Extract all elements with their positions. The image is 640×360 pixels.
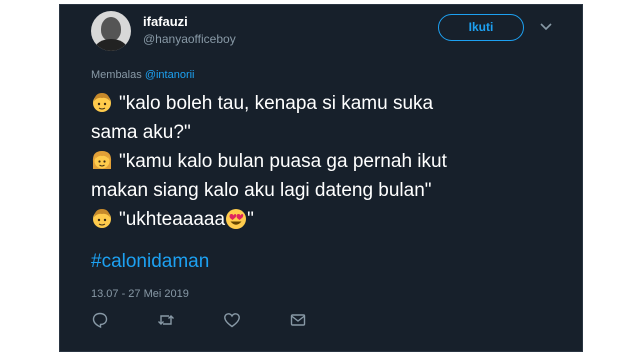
timestamp[interactable]: 13.07 - 27 Mei 2019 bbox=[91, 288, 189, 300]
reply-prefix: Membalas bbox=[91, 69, 142, 81]
envelope-icon[interactable] bbox=[289, 311, 307, 329]
tweet-line-4: makan siang kalo aku lagi dateng bulan" bbox=[91, 180, 432, 201]
reply-icon[interactable] bbox=[91, 311, 109, 329]
tweet-line-1: "kalo boleh tau, kenapa si kamu suka bbox=[119, 93, 434, 114]
boy-emoji-icon bbox=[93, 93, 111, 112]
retweet-icon[interactable] bbox=[157, 311, 175, 329]
heart-eyes-emoji-icon bbox=[226, 209, 247, 229]
tweet-line-5-end: " bbox=[247, 209, 254, 230]
boy-emoji-icon bbox=[93, 209, 111, 228]
avatar[interactable] bbox=[91, 11, 131, 51]
user-handle[interactable]: @hanyaofficeboy bbox=[143, 32, 236, 46]
chevron-down-icon[interactable] bbox=[538, 18, 554, 34]
hashtag-link[interactable]: #calonidaman bbox=[91, 251, 209, 273]
heart-icon[interactable] bbox=[223, 311, 241, 329]
tweet-text: "kalo boleh tau, kenapa si kamu suka sam… bbox=[91, 89, 571, 234]
reply-mention-link[interactable]: @intanorii bbox=[145, 69, 195, 81]
display-name[interactable]: ifafauzi bbox=[143, 14, 188, 29]
tweet-line-2: sama aku?" bbox=[91, 122, 191, 143]
follow-button[interactable]: Ikuti bbox=[438, 14, 524, 41]
tweet-line-5: "ukhteaaaaa bbox=[119, 209, 226, 230]
tweet-card: ifafauzi @hanyaofficeboy Ikuti Membalas … bbox=[59, 4, 583, 352]
girl-emoji-icon bbox=[92, 151, 112, 169]
tweet-line-3: "kamu kalo bulan puasa ga pernah ikut bbox=[119, 151, 447, 172]
reply-to-line: Membalas @intanorii bbox=[91, 69, 195, 81]
